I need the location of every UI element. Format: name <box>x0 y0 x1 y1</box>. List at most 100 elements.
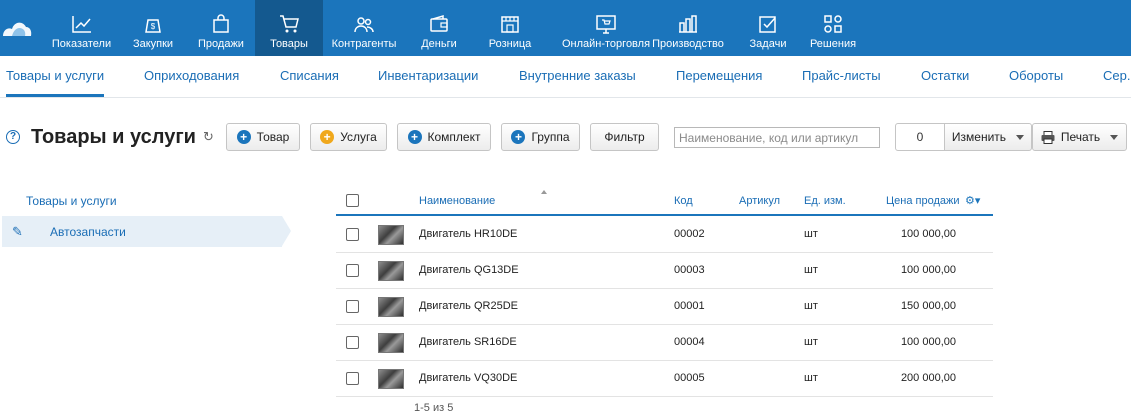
cell-name[interactable]: Двигатель QR25DE <box>419 300 518 312</box>
product-thumbnail[interactable] <box>378 225 404 245</box>
logo-icon[interactable] <box>0 0 38 56</box>
nav-item-shopping-bag[interactable]: Продажи <box>189 0 253 56</box>
product-thumbnail[interactable] <box>378 369 404 389</box>
refresh-icon[interactable]: ↻ <box>203 130 217 144</box>
add-service-label: Услуга <box>340 130 377 144</box>
chevron-down-icon <box>1016 134 1025 140</box>
cell-price: 100 000,00 <box>900 336 956 348</box>
nav-item-label: Производство <box>652 38 724 50</box>
add-service-button[interactable]: + Услуга <box>310 123 387 151</box>
pencil-icon[interactable]: ✎ <box>12 224 23 240</box>
add-kit-label: Комплект <box>427 130 481 144</box>
change-button[interactable]: Изменить <box>944 123 1032 151</box>
subnav-tab-inventories[interactable]: Инвентаризации <box>378 68 478 83</box>
cell-price: 150 000,00 <box>900 300 956 312</box>
tree-root-item[interactable]: Товары и услуги <box>26 194 117 208</box>
plus-icon: + <box>320 130 335 144</box>
tree-item-label: Автозапчасти <box>50 225 126 239</box>
table-row[interactable]: Двигатель SR16DE 00004 шт 100 000,00 <box>336 325 993 361</box>
add-product-button[interactable]: + Товар <box>226 123 300 151</box>
nav-item-wallet[interactable]: Деньги <box>411 0 467 56</box>
shopping-bag-icon <box>189 14 253 36</box>
product-thumbnail[interactable] <box>378 261 404 281</box>
sort-arrow-icon <box>541 190 547 194</box>
column-header-code[interactable]: Код <box>674 195 693 207</box>
subnav-tab-internal-orders[interactable]: Внутренние заказы <box>519 68 636 83</box>
cell-name[interactable]: Двигатель SR16DE <box>419 336 517 348</box>
column-header-name[interactable]: Наименование <box>419 195 495 207</box>
filter-label: Фильтр <box>604 130 645 144</box>
row-checkbox[interactable] <box>346 300 359 313</box>
factory-icon <box>648 14 728 36</box>
subnav-tab-price-lists[interactable]: Прайс-листы <box>802 68 881 83</box>
chart-line-icon <box>45 14 118 36</box>
cell-unit: шт <box>804 372 818 384</box>
cell-unit: шт <box>804 336 818 348</box>
column-header-unit[interactable]: Ед. изм. <box>804 195 846 207</box>
product-thumbnail[interactable] <box>378 333 404 353</box>
nav-item-store[interactable]: Розница <box>478 0 542 56</box>
cell-unit: шт <box>804 264 818 276</box>
apps-icon <box>802 14 864 36</box>
table-row[interactable]: Двигатель VQ30DE 00005 шт 200 000,00 <box>336 361 993 397</box>
cell-name[interactable]: Двигатель HR10DE <box>419 228 517 240</box>
subnav-tab-turnover[interactable]: Обороты <box>1009 68 1063 83</box>
subnav-tab-receipts[interactable]: Оприходования <box>144 68 239 83</box>
table-row[interactable]: Двигатель HR10DE 00002 шт 100 000,00 <box>336 217 993 253</box>
table-row[interactable]: Двигатель QR25DE 00001 шт 150 000,00 <box>336 289 993 325</box>
nav-item-label: Товары <box>270 38 308 50</box>
row-checkbox[interactable] <box>346 228 359 241</box>
product-thumbnail[interactable] <box>378 297 404 317</box>
help-icon[interactable]: ? <box>6 130 20 144</box>
cell-code: 00005 <box>674 372 705 384</box>
subnav-tab-stock[interactable]: Остатки <box>921 68 969 83</box>
add-group-button[interactable]: + Группа <box>501 123 580 151</box>
chevron-down-icon <box>1110 134 1119 140</box>
search-input[interactable] <box>674 127 880 148</box>
nav-item-label: Деньги <box>421 38 457 50</box>
column-settings-gear-icon[interactable]: ⚙▾ <box>965 194 980 207</box>
store-icon <box>478 14 542 36</box>
subnav-tab-writeoffs[interactable]: Списания <box>280 68 339 83</box>
nav-item-chart-line[interactable]: Показатели <box>45 0 118 56</box>
active-tab-indicator <box>6 94 104 97</box>
select-all-checkbox[interactable] <box>346 194 359 207</box>
nav-item-cart[interactable]: Товары <box>255 0 323 56</box>
cell-name[interactable]: Двигатель VQ30DE <box>419 372 517 384</box>
tree-item-selected[interactable]: ✎ Автозапчасти <box>2 216 291 247</box>
nav-item-label: Решения <box>809 38 857 50</box>
nav-item-apps[interactable]: Решения <box>802 0 864 56</box>
people-icon <box>326 14 402 36</box>
column-header-article[interactable]: Артикул <box>739 195 780 207</box>
nav-item-people[interactable]: Контрагенты <box>326 0 402 56</box>
nav-item-checkbox[interactable]: Задачи <box>742 0 794 56</box>
row-checkbox[interactable] <box>346 372 359 385</box>
wallet-icon <box>411 14 467 36</box>
plus-icon: + <box>407 130 422 144</box>
cell-name[interactable]: Двигатель QG13DE <box>419 264 519 276</box>
row-checkbox[interactable] <box>346 264 359 277</box>
add-group-label: Группа <box>531 130 570 144</box>
nav-item-factory[interactable]: Производство <box>648 0 728 56</box>
nav-item-label: Контрагенты <box>331 38 397 50</box>
cell-unit: шт <box>804 300 818 312</box>
cell-code: 00003 <box>674 264 705 276</box>
add-kit-button[interactable]: + Комплект <box>397 123 491 151</box>
subnav-tab-products-services[interactable]: Товары и услуги <box>6 68 104 83</box>
filter-button[interactable]: Фильтр <box>590 123 659 151</box>
cell-code: 00002 <box>674 228 705 240</box>
nav-item-bag-dollar[interactable]: $ Закупки <box>124 0 182 56</box>
cell-price: 200 000,00 <box>900 372 956 384</box>
printer-icon <box>1041 130 1055 144</box>
subnav-tab-transfers[interactable]: Перемещения <box>676 68 762 83</box>
row-checkbox[interactable] <box>346 336 359 349</box>
subnav-tab-more[interactable]: Сер... <box>1103 68 1131 83</box>
nav-item-label: Продажи <box>198 38 244 50</box>
column-header-price[interactable]: Цена продажи <box>886 195 960 207</box>
print-button[interactable]: Печать <box>1032 123 1127 151</box>
table-row[interactable]: Двигатель QG13DE 00003 шт 100 000,00 <box>336 253 993 289</box>
checkbox-icon <box>742 14 794 36</box>
pager-range: 1-5 из 5 <box>414 402 454 414</box>
cell-code: 00001 <box>674 300 705 312</box>
nav-item-label: Показатели <box>51 38 112 50</box>
